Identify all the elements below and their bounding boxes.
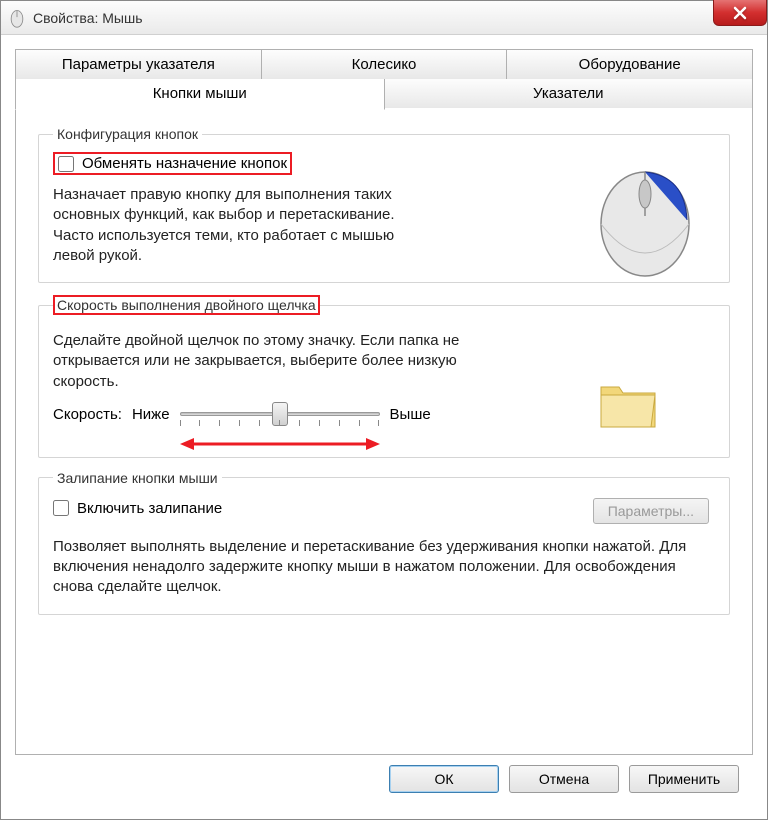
group-clicklock: Залипание кнопки мыши Включить залипание… xyxy=(38,470,730,615)
tab-hardware[interactable]: Оборудование xyxy=(507,49,753,79)
dialog-content: Параметры указателя Колесико Оборудовани… xyxy=(1,35,767,819)
close-button[interactable] xyxy=(713,0,767,26)
tabs-row-top: Параметры указателя Колесико Оборудовани… xyxy=(15,49,753,79)
group-doubleclick-speed: Скорость выполнения двойного щелчка Сдел… xyxy=(38,295,730,458)
tab-pointers[interactable]: Указатели xyxy=(385,79,754,109)
doubleclick-description: Сделайте двойной щелчок по этому значку.… xyxy=(53,331,473,392)
swap-buttons-description: Назначает правую кнопку для выполнения т… xyxy=(53,185,413,266)
slower-label: Ниже xyxy=(132,406,170,423)
clicklock-label[interactable]: Включить залипание xyxy=(77,500,222,517)
window-title: Свойства: Мышь xyxy=(33,10,143,26)
mouse-illustration xyxy=(585,162,705,282)
cancel-button[interactable]: Отмена xyxy=(509,765,619,793)
swap-buttons-checkbox[interactable] xyxy=(58,156,74,172)
tab-pointer-options[interactable]: Параметры указателя xyxy=(15,49,262,79)
tab-wheel[interactable]: Колесико xyxy=(262,49,508,79)
clicklock-checkbox[interactable] xyxy=(53,500,69,516)
group-clicklock-legend: Залипание кнопки мыши xyxy=(53,470,222,486)
tab-panel-mouse-buttons: Конфигурация кнопок Обменять назначение … xyxy=(15,108,753,755)
clicklock-settings-button: Параметры... xyxy=(593,498,709,524)
mouse-properties-window: Свойства: Мышь Параметры указателя Колес… xyxy=(0,0,768,820)
tab-mouse-buttons[interactable]: Кнопки мыши xyxy=(15,79,385,110)
dialog-buttons: ОК Отмена Применить xyxy=(15,755,753,805)
tabs-row-bottom: Кнопки мыши Указатели xyxy=(15,79,753,109)
highlight-swap-buttons: Обменять назначение кнопок xyxy=(53,152,292,175)
annotation-arrow-icon xyxy=(180,436,380,452)
swap-buttons-label[interactable]: Обменять назначение кнопок xyxy=(82,155,287,172)
faster-label: Выше xyxy=(390,406,431,423)
clicklock-description: Позволяет выполнять выделение и перетаск… xyxy=(53,537,693,598)
ok-button[interactable]: ОК xyxy=(389,765,499,793)
group-button-config-legend: Конфигурация кнопок xyxy=(53,126,202,142)
mouse-icon xyxy=(7,8,27,28)
group-button-config: Конфигурация кнопок Обменять назначение … xyxy=(38,126,730,283)
doubleclick-test-folder-icon[interactable] xyxy=(593,367,663,437)
speed-label: Скорость: xyxy=(53,406,122,423)
apply-button[interactable]: Применить xyxy=(629,765,739,793)
speed-slider[interactable] xyxy=(180,412,380,416)
group-doubleclick-legend: Скорость выполнения двойного щелчка xyxy=(53,295,320,315)
titlebar: Свойства: Мышь xyxy=(1,1,767,35)
